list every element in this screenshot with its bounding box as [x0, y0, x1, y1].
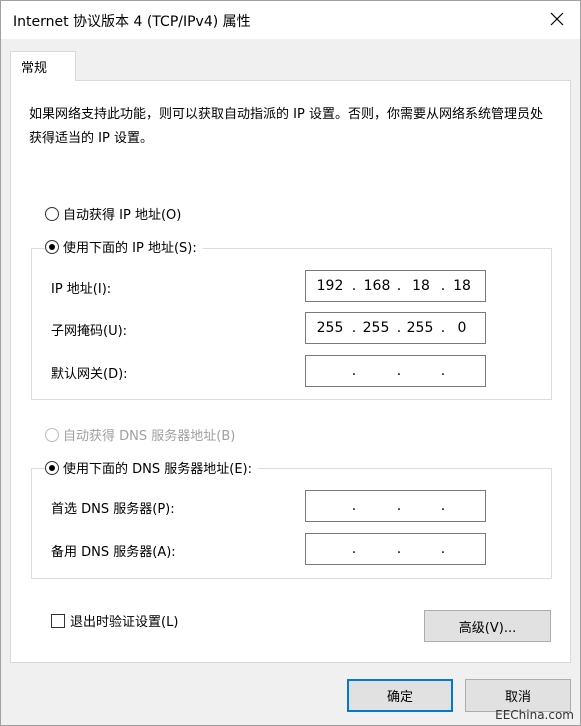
- checkbox-box: [51, 613, 65, 628]
- gateway-label: 默认网关(D):: [51, 367, 128, 382]
- octet-dot: .: [440, 541, 446, 557]
- octet: 18: [453, 278, 471, 294]
- octet-dot: .: [351, 541, 357, 557]
- title-bar: Internet 协议版本 4 (TCP/IPv4) 属性: [1, 1, 580, 39]
- subnet-mask-input[interactable]: 255 . 255 . 255 . 0: [305, 312, 486, 344]
- preferred-dns-input[interactable]: . . .: [305, 490, 486, 522]
- radio-manual-dns[interactable]: 使用下面的 DNS 服务器地址(E):: [45, 458, 258, 477]
- octet: 255: [316, 320, 344, 336]
- radio-circle: [45, 206, 59, 221]
- radio-circle-checked: [45, 239, 59, 254]
- alternate-dns-input[interactable]: . . .: [305, 533, 486, 565]
- radio-auto-dns: 自动获得 DNS 服务器地址(B): [45, 425, 235, 444]
- octet-dot: .: [351, 278, 357, 294]
- ip-address-label: IP 地址(I):: [51, 282, 112, 297]
- preferred-dns-label: 首选 DNS 服务器(P):: [51, 502, 175, 517]
- watermark-text: EEChina.com: [495, 708, 574, 722]
- description-text: 如果网络支持此功能，则可以获取自动指派的 IP 设置。否则，你需要从网络系统管理…: [29, 107, 543, 146]
- radio-circle: [45, 427, 59, 442]
- radio-circle-checked: [45, 460, 59, 475]
- octet: 192: [316, 278, 344, 294]
- advanced-button[interactable]: 高级(V)...: [424, 610, 551, 642]
- radio-auto-dns-label: 自动获得 DNS 服务器地址(B): [63, 429, 236, 444]
- ip-address-input[interactable]: 192 . 168 . 18 . 18: [305, 270, 486, 302]
- close-button[interactable]: [534, 1, 580, 39]
- octet-dot: .: [351, 498, 357, 514]
- ok-button[interactable]: 确定: [347, 679, 453, 712]
- window-title: Internet 协议版本 4 (TCP/IPv4) 属性: [13, 14, 251, 30]
- octet-dot: .: [351, 363, 357, 379]
- octet-dot: .: [351, 320, 357, 336]
- octet-dot: .: [440, 498, 446, 514]
- octet-dot: .: [396, 498, 402, 514]
- tab-general[interactable]: 常规: [10, 51, 76, 81]
- radio-manual-dns-label: 使用下面的 DNS 服务器地址(E):: [63, 462, 252, 477]
- subnet-mask-label: 子网掩码(U):: [51, 324, 128, 339]
- validate-settings-label: 退出时验证设置(L): [70, 615, 179, 630]
- octet-dot: .: [440, 363, 446, 379]
- octet-dot: .: [396, 541, 402, 557]
- radio-auto-ip-label: 自动获得 IP 地址(O): [63, 208, 182, 223]
- octet-dot: .: [396, 320, 402, 336]
- radio-manual-ip-label: 使用下面的 IP 地址(S):: [63, 241, 197, 256]
- octet-dot: .: [396, 278, 402, 294]
- octet: 255: [362, 320, 390, 336]
- dialog-window: Internet 协议版本 4 (TCP/IPv4) 属性 常规 如果网络支持此…: [0, 0, 581, 726]
- gateway-input[interactable]: . . .: [305, 355, 486, 387]
- close-icon: [550, 10, 564, 31]
- alternate-dns-label: 备用 DNS 服务器(A):: [51, 545, 176, 560]
- radio-auto-ip[interactable]: 自动获得 IP 地址(O): [45, 204, 181, 223]
- radio-manual-ip[interactable]: 使用下面的 IP 地址(S):: [45, 237, 203, 256]
- octet: 18: [412, 278, 430, 294]
- validate-settings-checkbox[interactable]: 退出时验证设置(L): [51, 611, 178, 630]
- octet: 168: [363, 278, 391, 294]
- octet-dot: .: [396, 363, 402, 379]
- octet: 0: [457, 320, 467, 336]
- octet: 255: [406, 320, 434, 336]
